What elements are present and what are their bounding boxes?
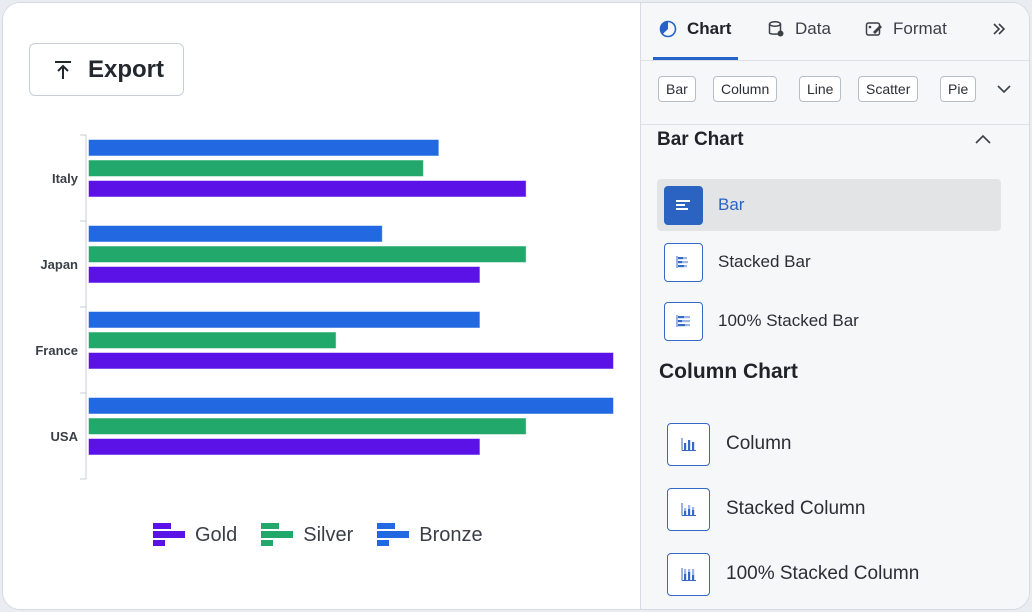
legend-item-gold[interactable]: Gold [153, 523, 237, 547]
bar-option-label: Bar [718, 195, 745, 214]
bar-chart-icon [664, 185, 703, 225]
bar-gold-usa[interactable] [88, 438, 480, 455]
database-icon [768, 21, 784, 37]
tab-format-label: Format [893, 19, 947, 38]
column-option-stacked-column[interactable]: Stacked Column [665, 486, 1005, 532]
stacked-column-icon [667, 487, 710, 531]
percent-stacked-column-icon [667, 552, 710, 596]
tab-format[interactable]: Format [865, 19, 947, 39]
bar-bronze-france[interactable] [88, 311, 480, 328]
panel-tabs: Chart Data Format [641, 3, 1029, 61]
upload-icon [55, 60, 71, 79]
bar-silver-italy[interactable] [88, 160, 424, 177]
export-button[interactable]: Export [29, 43, 184, 96]
bar-silver-usa[interactable] [88, 418, 527, 435]
chart-settings-panel: Chart Data Format Bar Column Line Scatte… [640, 3, 1029, 609]
bar-gold-france[interactable] [88, 352, 614, 369]
bar-option-100-stacked-bar[interactable]: 100% Stacked Bar [657, 300, 1001, 342]
bar-silver-japan[interactable] [88, 246, 527, 263]
legend-label: Bronze [419, 523, 483, 546]
double-chevron-right-icon[interactable] [991, 21, 1007, 37]
column-option-label: Column [726, 433, 792, 454]
app-window: Export Italy Japan France USA Gold Silver Bro… [2, 2, 1030, 610]
tab-chart-label: Chart [687, 19, 732, 38]
chevron-up-icon[interactable] [974, 131, 992, 149]
category-label: France [35, 343, 78, 358]
chart-type-line-button[interactable]: Line [799, 76, 842, 102]
legend-swatch-icon [261, 523, 294, 546]
category-label: Japan [40, 257, 78, 272]
tab-chart[interactable]: Chart [659, 19, 731, 39]
chart-type-bar: Bar Column Line Scatter Pie [641, 61, 1029, 125]
chart-type-column-button[interactable]: Column [713, 76, 778, 102]
bar-option-stacked-bar[interactable]: Stacked Bar [657, 241, 1001, 283]
bar-bronze-usa[interactable] [88, 397, 614, 414]
export-label: Export [88, 55, 165, 83]
bar-chart: Italy Japan France USA [35, 134, 614, 480]
bar-bronze-japan[interactable] [88, 225, 383, 242]
legend-item-silver[interactable]: Silver [261, 523, 353, 547]
percent-stacked-column-option-label: 100% Stacked Column [726, 563, 920, 584]
legend-swatch-icon [153, 523, 185, 546]
stacked-column-option-label: Stacked Column [726, 498, 866, 519]
bar-option-bar[interactable]: Bar [657, 179, 1001, 231]
column-option-column[interactable]: Column [665, 421, 1005, 467]
tab-data-label: Data [795, 19, 831, 38]
format-brush-icon [865, 22, 882, 36]
stacked-bar-icon [664, 242, 703, 282]
legend-label: Gold [195, 523, 238, 546]
legend-item-bronze[interactable]: Bronze [377, 523, 483, 547]
chevron-down-icon[interactable] [996, 81, 1012, 97]
chart-legend: Gold Silver Bronze [153, 523, 483, 547]
bar-gold-italy[interactable] [88, 180, 527, 197]
chart-type-pie-button[interactable]: Pie [940, 76, 977, 102]
percent-stacked-bar-icon [664, 301, 703, 341]
column-chart-icon [667, 422, 710, 466]
chart-area: Export Italy Japan France USA Gold Silver Bro… [3, 3, 640, 609]
category-label: USA [51, 429, 79, 444]
column-section-title: Column Chart [659, 360, 798, 383]
active-tab-indicator [653, 57, 738, 60]
tab-data[interactable]: Data [767, 19, 831, 39]
legend-swatch-icon [377, 523, 410, 546]
chart-type-scatter-button[interactable]: Scatter [858, 76, 919, 102]
bar-gold-japan[interactable] [88, 266, 480, 283]
bar-silver-france[interactable] [88, 332, 337, 349]
column-option-100-stacked-column[interactable]: 100% Stacked Column [665, 551, 1005, 597]
category-label: Italy [52, 171, 79, 186]
pie-chart-icon [659, 20, 677, 38]
bar-bronze-italy[interactable] [88, 139, 439, 156]
bar-section-title: Bar Chart [657, 129, 744, 150]
legend-label: Silver [303, 523, 354, 546]
stacked-bar-option-label: Stacked Bar [718, 252, 811, 271]
chart-type-bar-button[interactable]: Bar [658, 76, 696, 102]
percent-stacked-bar-option-label: 100% Stacked Bar [718, 311, 859, 330]
